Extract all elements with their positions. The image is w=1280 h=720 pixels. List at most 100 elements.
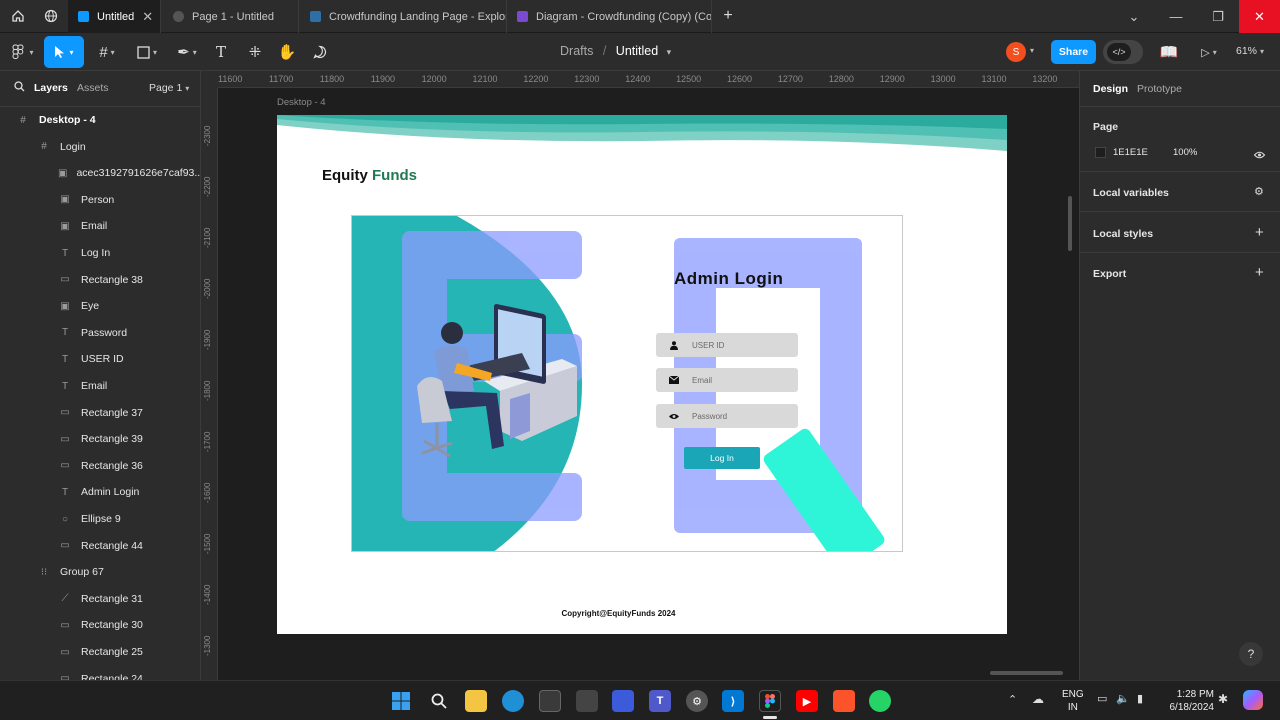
chevron-down-icon[interactable]: ⌄ [1113,0,1155,33]
layer-item[interactable]: ▭ Rectangle 39 [0,426,200,452]
page-opacity-value[interactable]: 100% [1173,147,1197,158]
local-styles-label[interactable]: Local styles [1093,228,1153,240]
present-button[interactable]: ▷ ▾ [1194,36,1224,68]
layer-item[interactable]: ▭ Rectangle 38 [0,267,200,293]
language-indicator[interactable]: ENG IN [1062,688,1084,714]
network-icon[interactable]: ▭ [1097,692,1107,705]
home-icon[interactable] [4,1,32,31]
windows-start-icon[interactable] [390,690,412,712]
whatsapp-icon[interactable] [869,690,891,712]
close-window-button[interactable]: ✕ [1239,0,1280,33]
breadcrumb-drafts[interactable]: Drafts [560,44,593,58]
layer-item[interactable]: ▣ acec3192791626e7caf93... [0,160,200,186]
add-export-icon[interactable]: + [1255,264,1264,281]
layer-item[interactable]: ▭ Rectangle 30 [0,612,200,638]
email-field[interactable]: Email [656,368,798,392]
restore-button[interactable]: ❐ [1197,0,1239,33]
layer-item[interactable]: ⟋ Rectangle 31 [0,586,200,612]
comment-tool-button[interactable] [308,36,332,68]
edge-icon[interactable] [502,690,524,712]
horizontal-scrollbar[interactable] [990,671,1063,675]
share-button[interactable]: Share [1051,40,1096,64]
teams-icon[interactable]: T [649,690,671,712]
move-tool-button[interactable]: ▾ [44,36,84,68]
globe-icon[interactable] [37,1,65,31]
page-selector[interactable]: Page 1 ▾ [149,82,189,94]
layer-item[interactable]: T Log In [0,240,200,266]
add-style-icon[interactable]: + [1255,224,1264,241]
export-label[interactable]: Export [1093,268,1126,280]
desktop-frame[interactable]: Equity Funds Admin Login USER ID Email P… [277,115,1007,634]
page-color-swatch[interactable] [1095,147,1106,158]
minimize-button[interactable]: — [1155,0,1197,33]
shape-tool-button[interactable]: ▾ [130,36,164,68]
text-tool-button[interactable]: T [209,36,233,68]
browser-tab[interactable]: Page 1 - Untitled [163,0,299,33]
layer-item[interactable]: ▭ Rectangle 25 [0,639,200,665]
youtube-icon[interactable]: ▶ [796,690,818,712]
tab-design[interactable]: Design [1093,83,1128,95]
zoom-level[interactable]: 61% ▾ [1236,45,1264,57]
browser-tab[interactable]: Crowdfunding Landing Page - Explor [300,0,507,33]
library-button[interactable]: 📖 [1157,36,1181,68]
sliders-icon[interactable]: ⚙ [1254,185,1264,198]
vscode-icon[interactable]: ⟩ [722,690,744,712]
layer-item[interactable]: T Admin Login [0,479,200,505]
pen-tool-button[interactable]: ✒ ▾ [170,36,204,68]
layer-item[interactable]: ▭ Rectangle 44 [0,533,200,559]
new-tab-button[interactable]: + [716,1,740,31]
settings-icon[interactable]: ⚙ [686,690,708,712]
login-button[interactable]: Log In [684,447,760,469]
layer-item[interactable]: T Password [0,320,200,346]
dev-mode-toggle[interactable]: </> [1103,40,1143,64]
layer-item[interactable]: ▭ Rectangle 37 [0,400,200,426]
avatar[interactable]: S [1006,42,1026,62]
local-variables-label[interactable]: Local variables [1093,187,1169,199]
cloud-icon[interactable]: ☁ [1032,692,1044,706]
copilot-icon[interactable] [1243,690,1263,710]
file-explorer-icon[interactable] [465,690,487,712]
frame-tool-button[interactable]: # ▾ [90,36,124,68]
notification-icon[interactable]: ✱ [1218,692,1228,706]
layer-item[interactable]: # Desktop - 4 [0,107,200,133]
tab-prototype[interactable]: Prototype [1137,83,1182,95]
chevron-down-icon[interactable]: ▾ [667,47,672,57]
figma-icon[interactable] [759,690,781,712]
battery-icon[interactable]: ▮ [1137,692,1143,705]
browser-tab[interactable]: Untitled ✕ [68,0,161,33]
brave-icon[interactable] [833,690,855,712]
search-icon[interactable] [428,690,450,712]
layer-item[interactable]: ○ Ellipse 9 [0,506,200,532]
layer-item[interactable]: T USER ID [0,346,200,372]
chevron-up-icon[interactable]: ⌃ [1008,693,1017,706]
layer-item[interactable]: ▣ Email [0,213,200,239]
help-button[interactable]: ? [1239,642,1263,666]
layer-item[interactable]: ▭ Rectangle 36 [0,453,200,479]
close-icon[interactable]: ✕ [142,9,153,25]
powerautomate-icon[interactable] [612,690,634,712]
vertical-scrollbar[interactable] [1068,196,1072,251]
main-menu-button[interactable]: ▾ [8,36,38,68]
layer-item[interactable]: ▣ Person [0,187,200,213]
volume-icon[interactable]: 🔈 [1116,692,1130,705]
page-color-value[interactable]: 1E1E1E [1113,147,1148,158]
frame-label[interactable]: Desktop - 4 [277,97,326,108]
file-name[interactable]: Untitled [616,44,658,58]
search-icon[interactable] [14,81,25,95]
canvas[interactable]: 11600 11700 11800 11900 12000 12100 12200 12300… [201,71,1079,680]
password-field[interactable]: Password [656,404,798,428]
browser-tab[interactable]: Diagram - Crowdfunding (Copy) (Cor [507,0,712,33]
app-icon[interactable] [576,690,598,712]
eye-icon[interactable] [1253,146,1266,164]
resources-button[interactable]: ⁜ [243,36,267,68]
chevron-down-icon[interactable]: ▾ [1030,46,1034,55]
store-icon[interactable] [539,690,561,712]
tab-layers[interactable]: Layers [34,82,68,94]
layer-item[interactable]: # Login [0,134,200,160]
user-id-field[interactable]: USER ID [656,333,798,357]
layer-item[interactable]: T Email [0,373,200,399]
tab-assets[interactable]: Assets [77,82,109,94]
clock[interactable]: 1:28 PM 6/18/2024 [1160,688,1215,714]
hand-tool-button[interactable]: ✋ [275,36,299,68]
layer-item[interactable]: ▣ Eye [0,293,200,319]
